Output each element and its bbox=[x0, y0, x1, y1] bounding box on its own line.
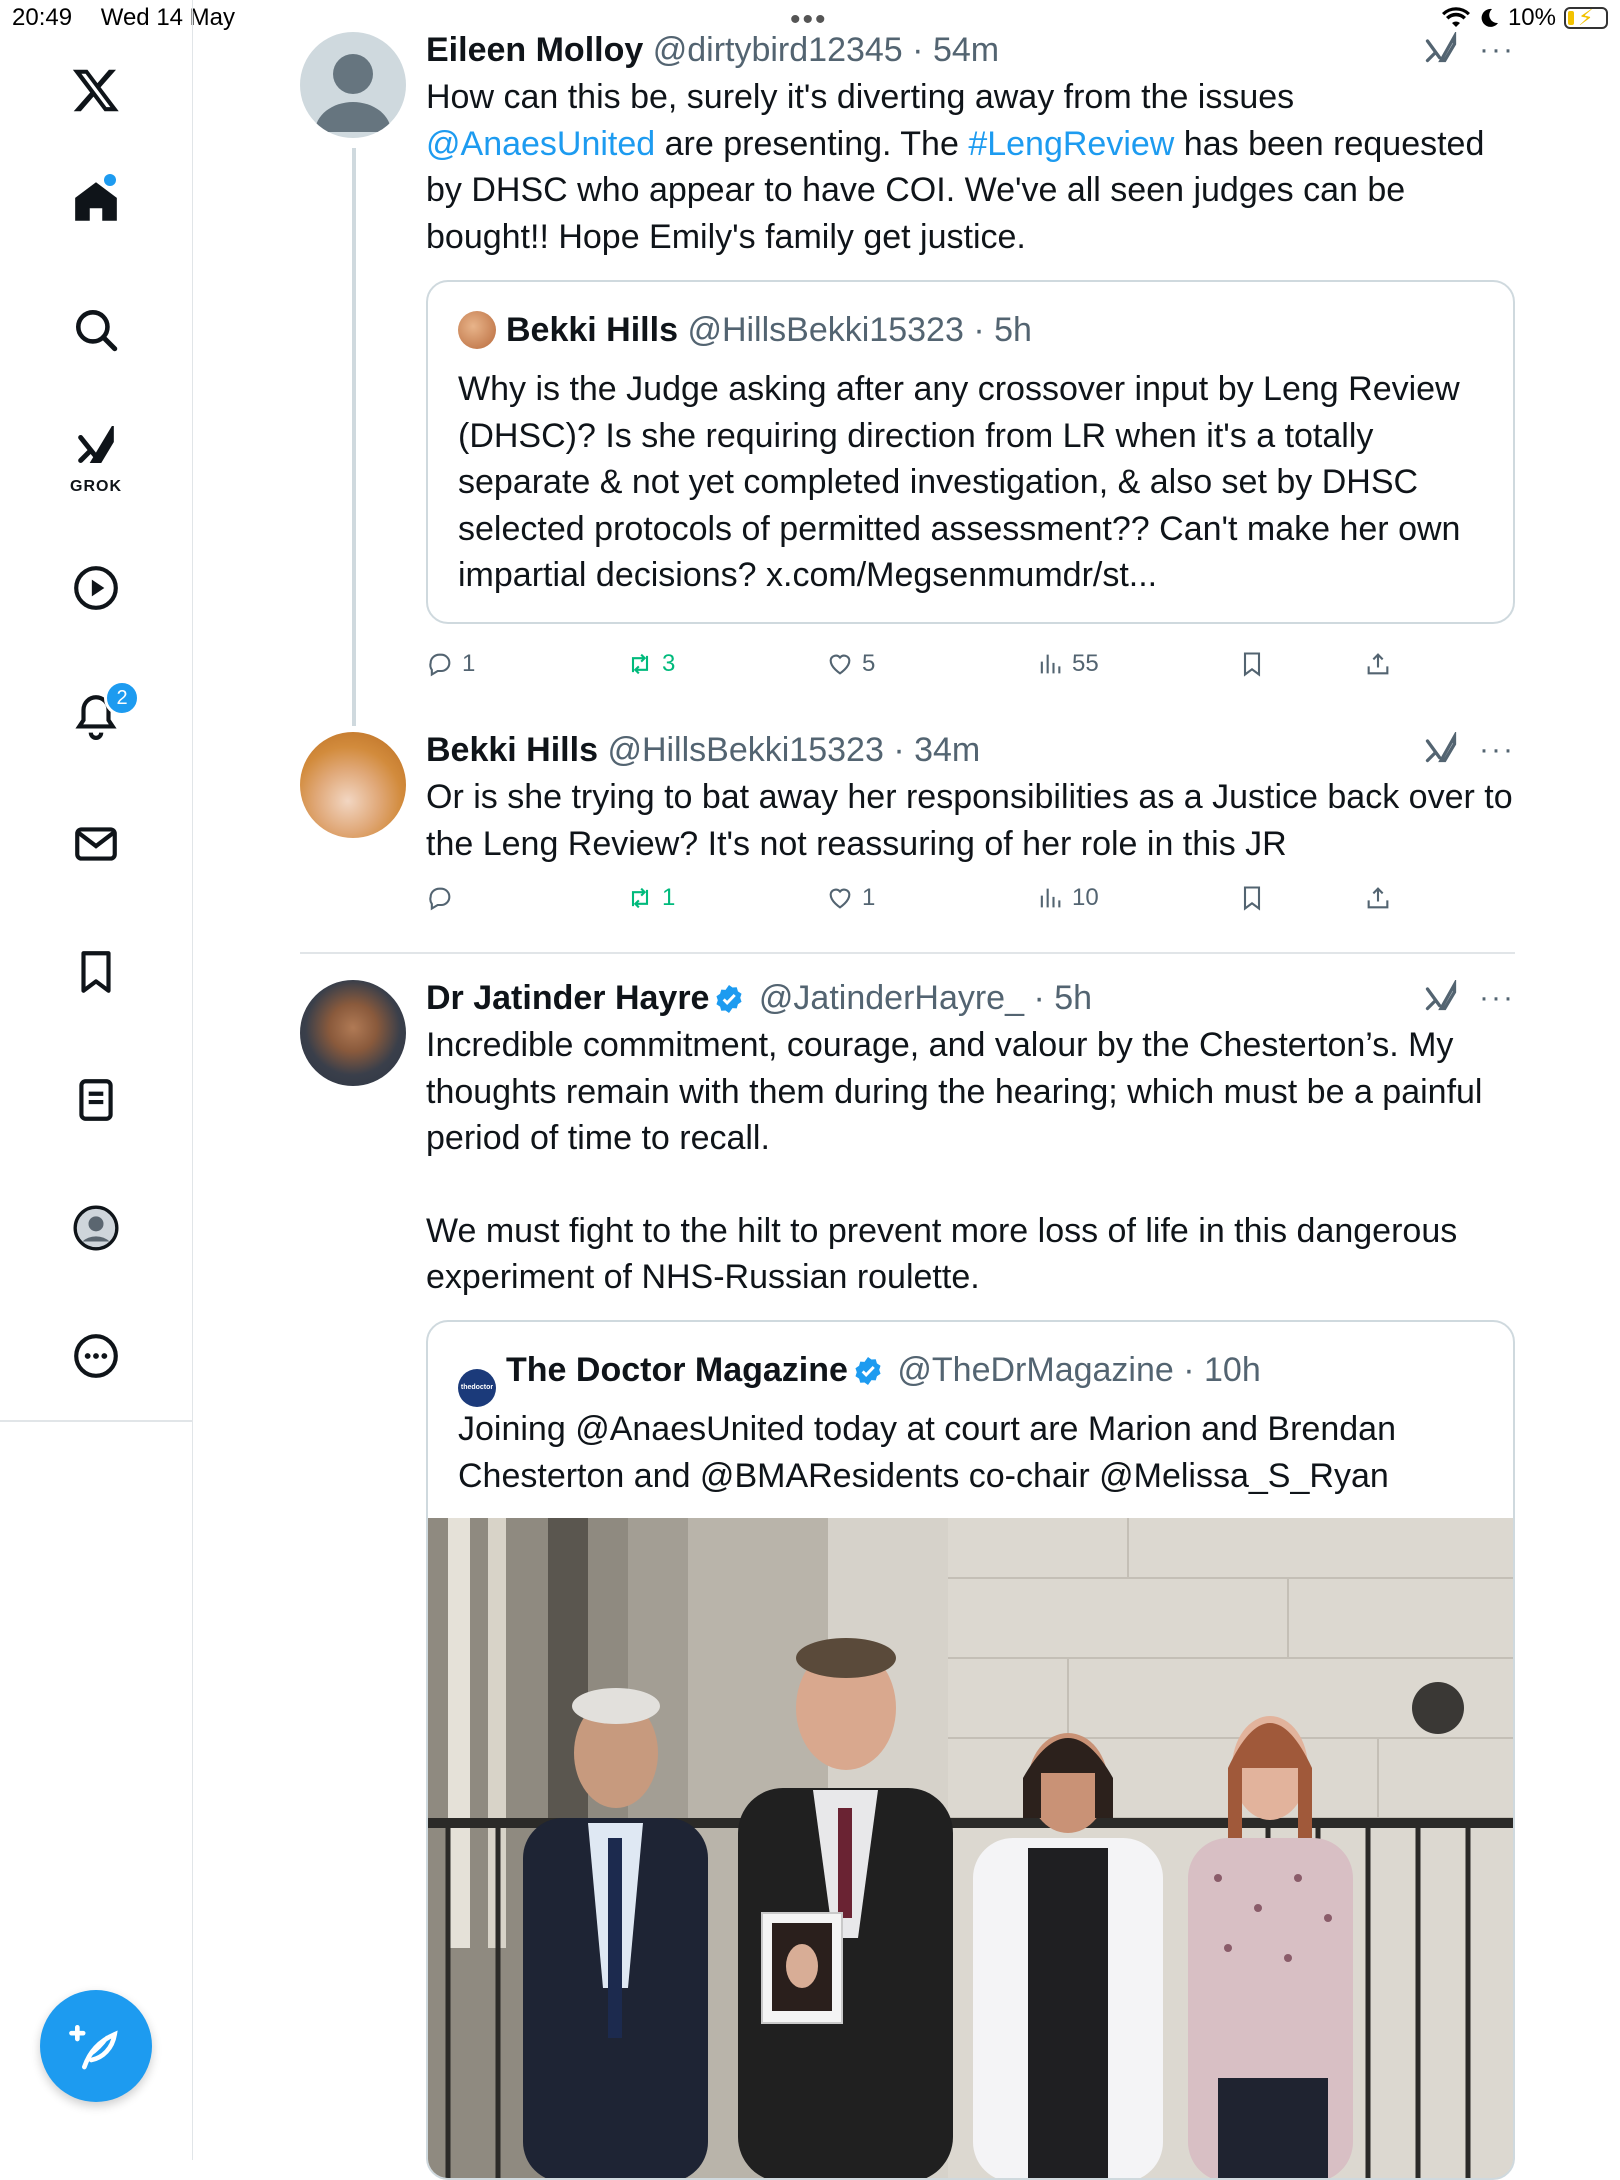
sidebar: GROK 2 bbox=[0, 0, 193, 2160]
video-icon[interactable] bbox=[46, 548, 146, 628]
heart-icon bbox=[829, 888, 851, 909]
verified-badge-icon bbox=[855, 1357, 881, 1385]
battery-percent: 10% bbox=[1507, 4, 1556, 31]
hashtag-link[interactable]: #LengReview bbox=[968, 125, 1174, 163]
share-button[interactable] bbox=[1364, 650, 1392, 678]
author-handle[interactable]: @HillsBekki15323 bbox=[607, 731, 883, 769]
views-icon bbox=[1040, 888, 1061, 908]
author-name[interactable]: Bekki Hills bbox=[426, 731, 598, 769]
repost-icon bbox=[631, 887, 649, 909]
home-unread-dot bbox=[104, 174, 116, 186]
grok-icon[interactable]: GROK bbox=[46, 418, 146, 498]
repost-icon bbox=[631, 653, 649, 675]
wifi-icon bbox=[1441, 7, 1470, 27]
profile-icon[interactable] bbox=[46, 1188, 146, 1268]
bookmark-button[interactable] bbox=[1238, 884, 1266, 912]
tweet-text-paragraph-1: Incredible commitment, courage, and valo… bbox=[426, 1026, 1483, 1157]
tweet-jatinder-hayre[interactable]: Dr Jatinder Hayre @JatinderHayre_ · 5h ·… bbox=[300, 976, 1515, 2180]
reply-icon bbox=[429, 887, 451, 911]
notifications-badge: 2 bbox=[104, 680, 140, 716]
tweet-bekki-hills[interactable]: Bekki Hills @HillsBekki15323 · 34m ··· O… bbox=[300, 728, 1515, 918]
quote-photo[interactable] bbox=[428, 1518, 1513, 2178]
quote-author-name: Bekki Hills bbox=[506, 311, 678, 349]
bookmark-button[interactable] bbox=[1238, 650, 1266, 678]
repost-button[interactable]: 1 bbox=[626, 884, 675, 912]
notifications-icon[interactable]: 2 bbox=[46, 676, 146, 756]
quote-text: Why is the Judge asking after any crosso… bbox=[458, 370, 1461, 594]
multitasking-dots-icon[interactable]: ••• bbox=[790, 5, 828, 35]
avatar[interactable] bbox=[300, 732, 406, 838]
tweet-header: Eileen Molloy @dirtybird12345 · 54m bbox=[426, 28, 1515, 72]
reply-button[interactable] bbox=[426, 884, 462, 912]
quote-header: thedoctor The Doctor Magazine @TheDrMagaz… bbox=[458, 1348, 1261, 1407]
more-options-icon[interactable]: ··· bbox=[1479, 733, 1515, 767]
quote-avatar bbox=[458, 311, 496, 349]
grok-icon[interactable] bbox=[1423, 732, 1459, 768]
quote-author-handle: @TheDrMagazine bbox=[897, 1351, 1174, 1389]
avatar[interactable] bbox=[300, 980, 406, 1086]
tweet-time[interactable]: · 34m bbox=[893, 731, 980, 769]
quote-text: Joining @AnaesUnited today at court are … bbox=[458, 1410, 1396, 1495]
tweet-header: Bekki Hills @HillsBekki15323 · 34m bbox=[426, 728, 1515, 772]
tweet-separator bbox=[300, 952, 1515, 954]
author-name[interactable]: Eileen Molloy bbox=[426, 31, 643, 69]
tweet-text: Or is she trying to bat away her respons… bbox=[426, 778, 1513, 863]
quoted-tweet[interactable]: thedoctor The Doctor Magazine @TheDrMagaz… bbox=[426, 1320, 1515, 2180]
tweet-time[interactable]: · 54m bbox=[912, 31, 999, 69]
court-photo-image bbox=[428, 1518, 1513, 2178]
quote-time: · 10h bbox=[1183, 1351, 1261, 1389]
more-options-icon[interactable]: ··· bbox=[1479, 33, 1515, 67]
grok-icon[interactable] bbox=[1423, 32, 1459, 68]
quote-author-handle: @HillsBekki15323 bbox=[687, 311, 964, 349]
mention-link[interactable]: @AnaesUnited bbox=[426, 125, 655, 163]
tweet-eileen-molloy[interactable]: Eileen Molloy @dirtybird12345 · 54m ··· … bbox=[300, 28, 1515, 678]
share-icon bbox=[1367, 653, 1389, 675]
default-avatar-icon bbox=[315, 54, 391, 132]
reply-icon bbox=[429, 653, 451, 677]
quote-author-name: The Doctor Magazine bbox=[506, 1351, 848, 1389]
tweet-text: How can this be, surely it's diverting a… bbox=[426, 78, 1485, 256]
x-logo-icon[interactable] bbox=[46, 50, 146, 130]
quote-header: Bekki Hills @HillsBekki15323 · 5h bbox=[458, 308, 1032, 352]
bookmark-icon bbox=[1243, 652, 1261, 677]
compose-button[interactable] bbox=[40, 1990, 152, 2102]
messages-icon[interactable] bbox=[46, 804, 146, 884]
like-button[interactable]: 1 bbox=[826, 884, 875, 912]
tweet-header: Dr Jatinder Hayre @JatinderHayre_ · 5h bbox=[426, 976, 1515, 1020]
more-options-icon[interactable]: ··· bbox=[1479, 981, 1515, 1015]
views-button[interactable]: 55 bbox=[1036, 650, 1099, 678]
sidebar-divider bbox=[0, 1420, 192, 1422]
repost-button[interactable]: 3 bbox=[626, 650, 675, 678]
grok-label: GROK bbox=[70, 478, 122, 495]
heart-icon bbox=[829, 654, 851, 675]
lists-icon[interactable] bbox=[46, 1060, 146, 1140]
tweet-time[interactable]: · 5h bbox=[1033, 979, 1092, 1017]
verified-badge-icon bbox=[716, 985, 743, 1013]
search-icon[interactable] bbox=[46, 290, 146, 370]
tweet-text-paragraph-2: We must fight to the hilt to prevent mor… bbox=[426, 1211, 1458, 1297]
quoted-tweet[interactable]: Bekki Hills @HillsBekki15323 · 5h Why is… bbox=[426, 280, 1515, 624]
reply-button[interactable]: 1 bbox=[426, 650, 475, 678]
share-icon bbox=[1367, 887, 1389, 909]
moon-icon bbox=[1481, 8, 1498, 27]
grok-icon[interactable] bbox=[1423, 980, 1459, 1016]
views-button[interactable]: 10 bbox=[1036, 884, 1099, 912]
home-icon[interactable] bbox=[46, 162, 146, 242]
tweet-actions: 1 3 5 55 bbox=[426, 650, 1406, 690]
author-handle[interactable]: @dirtybird12345 bbox=[653, 31, 903, 69]
author-handle[interactable]: @JatinderHayre_ bbox=[759, 979, 1024, 1017]
quote-avatar: thedoctor bbox=[458, 1369, 496, 1407]
author-name[interactable]: Dr Jatinder Hayre bbox=[426, 979, 709, 1017]
quote-time: · 5h bbox=[973, 311, 1032, 349]
avatar[interactable] bbox=[300, 32, 406, 138]
battery-icon: ⚡ bbox=[1564, 5, 1608, 30]
like-button[interactable]: 5 bbox=[826, 650, 875, 678]
views-icon bbox=[1040, 654, 1061, 674]
bookmark-icon bbox=[1243, 886, 1261, 911]
more-icon[interactable] bbox=[46, 1316, 146, 1396]
tweet-actions: 1 1 10 bbox=[426, 884, 1406, 924]
bookmarks-icon[interactable] bbox=[46, 932, 146, 1012]
compose-feather-icon bbox=[69, 2025, 118, 2070]
share-button[interactable] bbox=[1364, 884, 1392, 912]
